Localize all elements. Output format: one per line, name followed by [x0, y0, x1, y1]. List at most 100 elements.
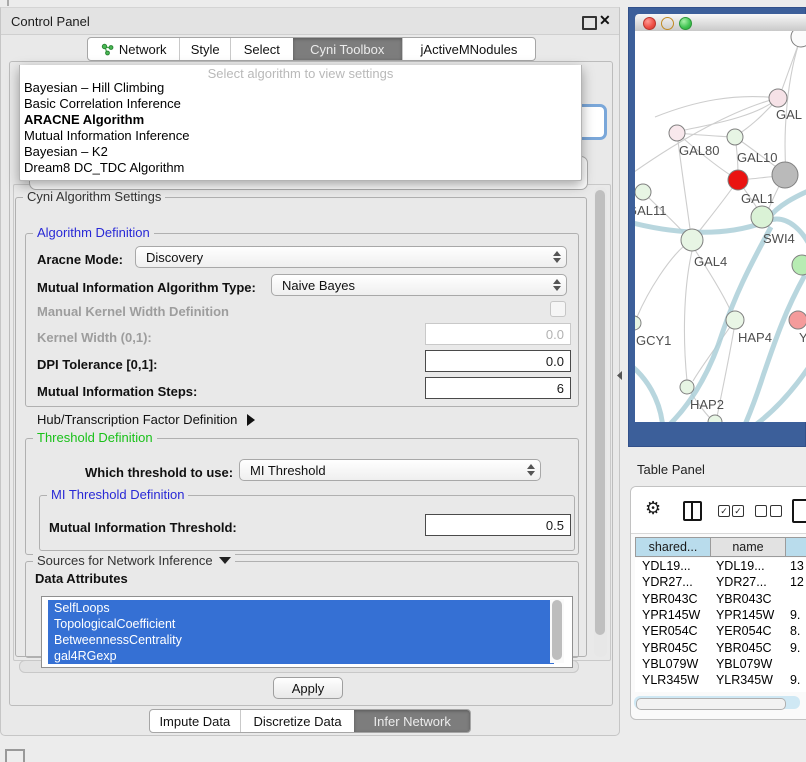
table-row[interactable]: YER054CYER054C8.: [635, 623, 806, 639]
zoom-traffic-light-icon[interactable]: [679, 17, 692, 30]
network-edge[interactable]: [655, 97, 778, 117]
network-edge[interactable]: [635, 98, 778, 177]
clear-selection-icon[interactable]: [755, 505, 767, 517]
table-cell[interactable]: YBR045C: [709, 641, 783, 655]
network-edge-thick[interactable]: [735, 361, 806, 422]
network-node-gal[interactable]: [769, 89, 787, 107]
table-row[interactable]: YBR043CYBR043C: [635, 591, 806, 607]
table-row[interactable]: YLR345WYLR345W9.: [635, 672, 806, 688]
table-row[interactable]: YBL079WYBL079W: [635, 656, 806, 672]
network-node-hap4[interactable]: [726, 311, 744, 329]
network-node[interactable]: [791, 31, 806, 47]
apply-button[interactable]: Apply: [273, 677, 343, 699]
network-edge[interactable]: [637, 246, 684, 317]
list-item[interactable]: BetweennessCentrality: [48, 632, 554, 648]
scrollbar-thumb[interactable]: [636, 698, 786, 710]
aracne-mode-combo[interactable]: Discovery: [135, 246, 567, 268]
mi-steps-input[interactable]: 6: [425, 377, 571, 399]
split-columns-icon[interactable]: [683, 501, 702, 521]
mi-threshold-input[interactable]: 0.5: [425, 514, 571, 536]
tab-discretize-data[interactable]: Discretize Data: [240, 710, 355, 732]
algorithm-option[interactable]: Bayesian – K2: [24, 144, 108, 160]
list-item[interactable]: TopologicalCoefficient: [48, 616, 554, 632]
table-cell[interactable]: 12: [783, 575, 806, 589]
network-view-window[interactable]: GALGAL80GAL10GAL1GAL11SWI4GAL4GCY1HAP4YH…: [628, 7, 806, 447]
network-node-gal80[interactable]: [669, 125, 685, 141]
table-cell[interactable]: YLR345W: [709, 673, 783, 687]
table-cell[interactable]: YPR145W: [635, 608, 709, 622]
network-edge-thick[interactable]: [739, 275, 805, 422]
table-cell[interactable]: 9: [783, 690, 806, 692]
network-edge-thick[interactable]: [635, 361, 663, 422]
table-cell[interactable]: 9.: [783, 673, 806, 687]
network-node-gal11[interactable]: [635, 184, 651, 200]
list-item[interactable]: gal4RGexp: [48, 648, 554, 664]
network-node[interactable]: [792, 255, 806, 275]
network-node-gal4[interactable]: [681, 229, 703, 251]
network-canvas[interactable]: GALGAL80GAL10GAL1GAL11SWI4GAL4GCY1HAP4YH…: [635, 31, 806, 422]
column-header-shared-name[interactable]: shared...: [635, 537, 711, 557]
network-node-gal10[interactable]: [727, 129, 743, 145]
network-node-hap2[interactable]: [680, 380, 694, 394]
tab-select[interactable]: Select: [230, 38, 293, 60]
select-all-icon-2[interactable]: ✓: [732, 505, 744, 517]
table-cell[interactable]: YLR345W: [635, 673, 709, 687]
data-attributes-list[interactable]: SelfLoops TopologicalCoefficient Between…: [41, 596, 573, 668]
tab-cyni-toolbox[interactable]: Cyni Toolbox: [293, 38, 402, 60]
select-all-icon[interactable]: ✓: [718, 505, 730, 517]
column-header-name[interactable]: name: [710, 537, 786, 557]
tab-impute-data[interactable]: Impute Data: [150, 710, 240, 732]
kernel-width-input[interactable]: 0.0: [425, 323, 571, 345]
scrollbar-thumb[interactable]: [595, 190, 605, 635]
gear-icon[interactable]: ⚙: [645, 498, 661, 519]
network-node-y[interactable]: [789, 311, 806, 329]
network-node[interactable]: [772, 162, 798, 188]
table-cell[interactable]: YPR145W: [709, 608, 783, 622]
table-cell[interactable]: YIL052C: [635, 690, 709, 692]
tab-network[interactable]: Network: [88, 38, 179, 60]
clear-selection-icon-2[interactable]: [770, 505, 782, 517]
table-cell[interactable]: YER054C: [709, 624, 783, 638]
table-cell[interactable]: YDR27...: [709, 575, 783, 589]
settings-vertical-scrollbar[interactable]: [594, 187, 607, 657]
table-cell[interactable]: YDR27...: [635, 575, 709, 589]
tab-style[interactable]: Style: [179, 38, 230, 60]
minimize-traffic-light-icon[interactable]: [661, 17, 674, 30]
tab-infer-network[interactable]: Infer Network: [354, 710, 470, 732]
table-cell[interactable]: YDL19...: [635, 559, 709, 573]
manual-kernel-width-checkbox[interactable]: [550, 301, 566, 317]
close-traffic-light-icon[interactable]: [643, 17, 656, 30]
table-cell[interactable]: YDL19...: [709, 559, 783, 573]
table-cell[interactable]: 9.: [783, 641, 806, 655]
table-cell[interactable]: YER054C: [635, 624, 709, 638]
which-threshold-combo[interactable]: MI Threshold: [239, 459, 541, 481]
table-row[interactable]: YDL19...YDL19...13: [635, 558, 806, 574]
dpi-tolerance-input[interactable]: 0.0: [425, 350, 571, 372]
network-edge[interactable]: [693, 327, 730, 381]
algorithm-option[interactable]: Dream8 DC_TDC Algorithm: [24, 160, 184, 176]
table-cell[interactable]: YIL052C: [709, 690, 783, 692]
list-item[interactable]: SelfLoops: [48, 600, 554, 616]
network-node-swi4[interactable]: [751, 206, 773, 228]
table-cell[interactable]: YBR043C: [635, 592, 709, 606]
table-row[interactable]: YIL052CYIL052C9: [635, 688, 806, 692]
table-row[interactable]: YPR145WYPR145W9.: [635, 607, 806, 623]
table-cell[interactable]: 13: [783, 559, 806, 573]
mi-algorithm-type-combo[interactable]: Naive Bayes: [271, 274, 567, 296]
table-horizontal-scrollbar[interactable]: [634, 696, 800, 709]
scrollbar-thumb[interactable]: [552, 600, 562, 660]
table-cell[interactable]: YBL079W: [635, 657, 709, 671]
network-node-gal1[interactable]: [728, 170, 748, 190]
sources-title[interactable]: Sources for Network Inference: [33, 554, 235, 568]
new-column-icon[interactable]: [792, 499, 806, 523]
hub-transcription-section[interactable]: Hub/Transcription Factor Definition: [37, 412, 255, 427]
algorithm-option[interactable]: Mutual Information Inference: [24, 128, 189, 144]
network-node[interactable]: [708, 415, 722, 422]
table-row[interactable]: YBR045CYBR045C9.: [635, 639, 806, 655]
algorithm-option-highlighted[interactable]: ARACNE Algorithm: [24, 112, 144, 128]
list-scrollbar[interactable]: [550, 599, 564, 663]
table-cell[interactable]: YBR045C: [635, 641, 709, 655]
table-cell[interactable]: 9.: [783, 608, 806, 622]
float-window-icon[interactable]: [582, 16, 597, 30]
minimized-panel-icon[interactable]: [5, 749, 25, 762]
